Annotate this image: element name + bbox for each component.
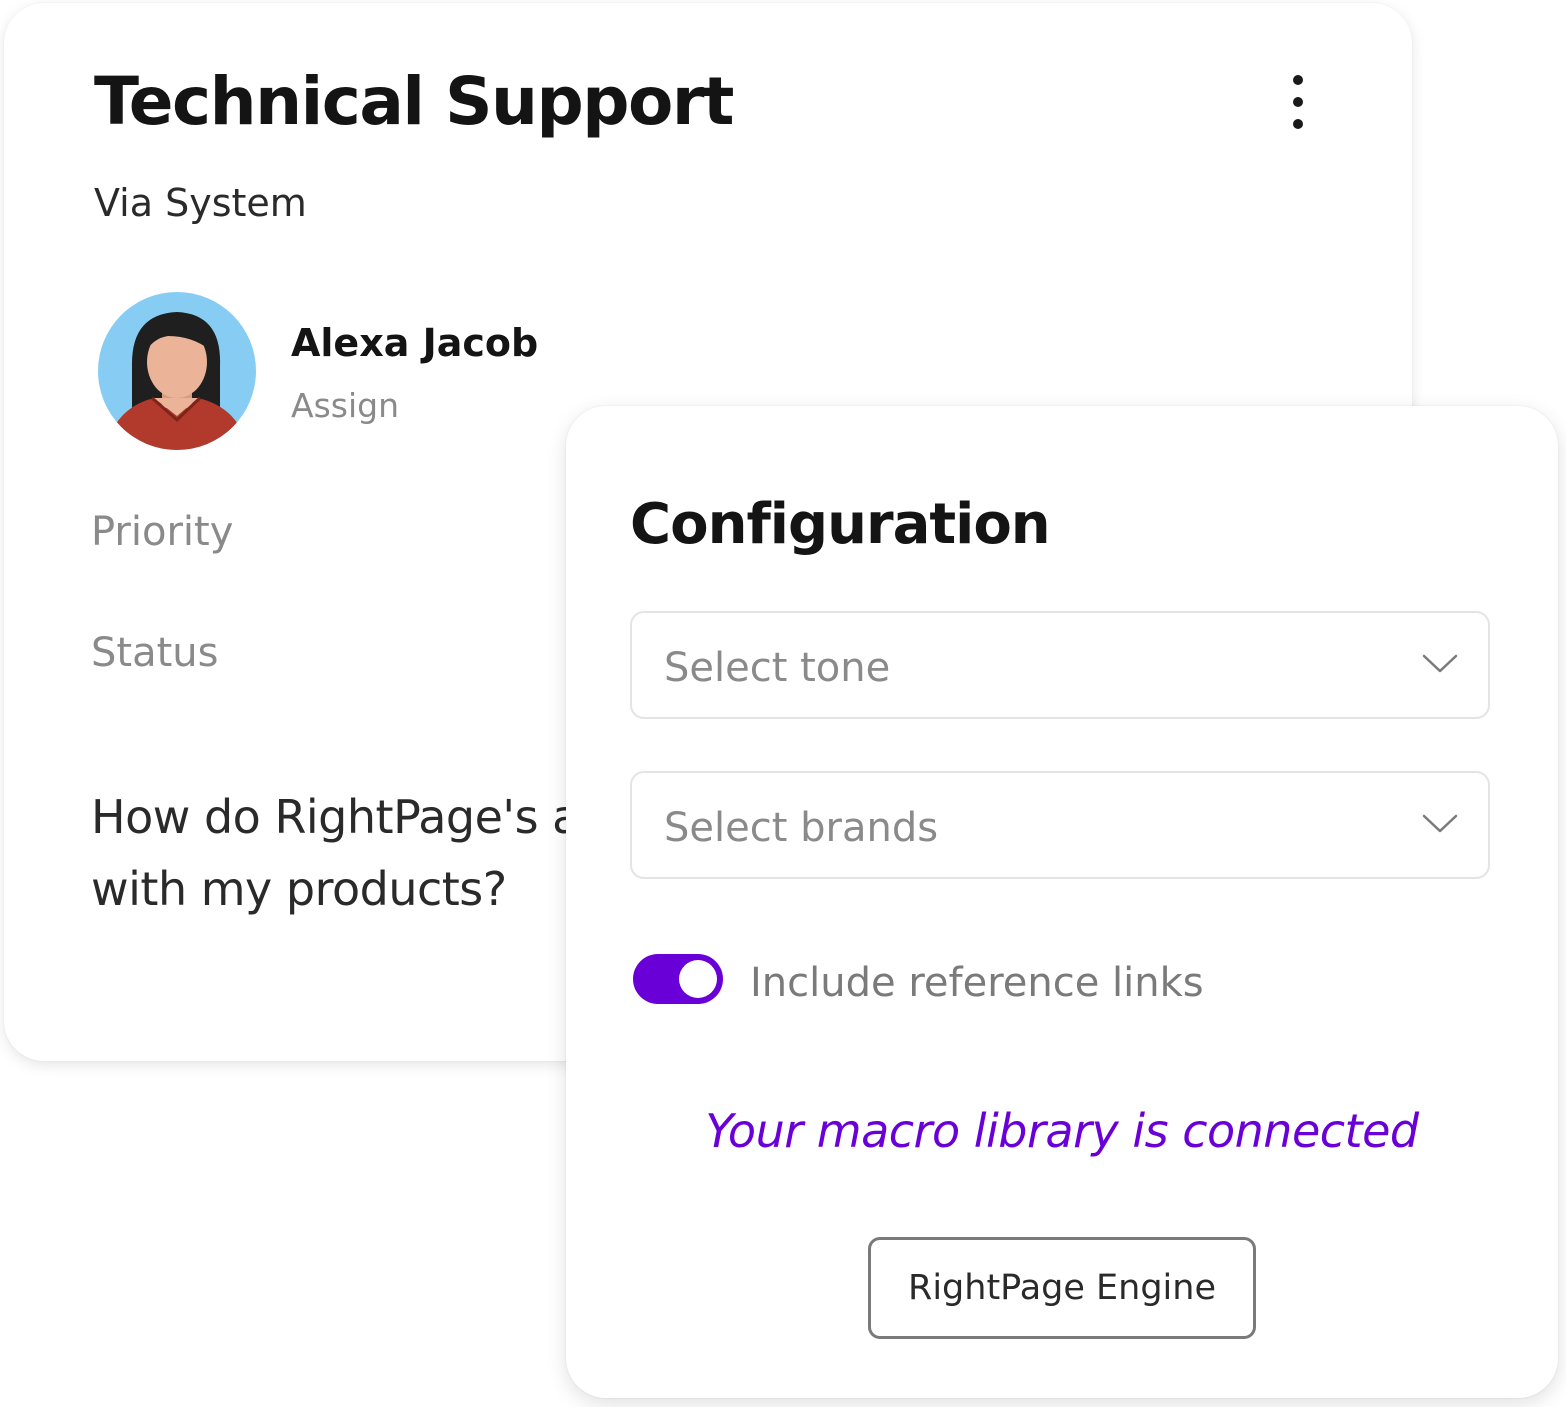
reference-links-label: Include reference links	[750, 960, 1204, 1006]
rightpage-engine-button[interactable]: RightPage Engine	[868, 1237, 1256, 1339]
brands-select-placeholder: Select brands	[664, 805, 939, 851]
toggle-knob	[679, 960, 717, 998]
chevron-down-icon	[1422, 654, 1458, 673]
configuration-card: Configuration Select tone Select brands …	[566, 406, 1558, 1398]
avatar	[98, 292, 256, 450]
canvas: Technical Support Via System Alexa Jacob…	[0, 0, 1566, 1407]
status-label: Status	[91, 630, 219, 676]
configuration-title: Configuration	[630, 492, 1051, 557]
assignee-name: Alexa Jacob	[291, 321, 539, 365]
ticket-source: Via System	[94, 181, 307, 225]
macro-library-status: Your macro library is connected	[705, 1104, 1419, 1158]
more-vertical-icon[interactable]	[1280, 73, 1316, 131]
priority-label: Priority	[91, 509, 234, 555]
brands-select[interactable]: Select brands	[630, 771, 1490, 879]
ticket-title: Technical Support	[94, 63, 734, 140]
assign-link[interactable]: Assign	[291, 386, 399, 425]
tone-select[interactable]: Select tone	[630, 611, 1490, 719]
tone-select-placeholder: Select tone	[664, 645, 891, 691]
chevron-down-icon	[1422, 814, 1458, 833]
reference-links-toggle[interactable]	[633, 954, 723, 1004]
